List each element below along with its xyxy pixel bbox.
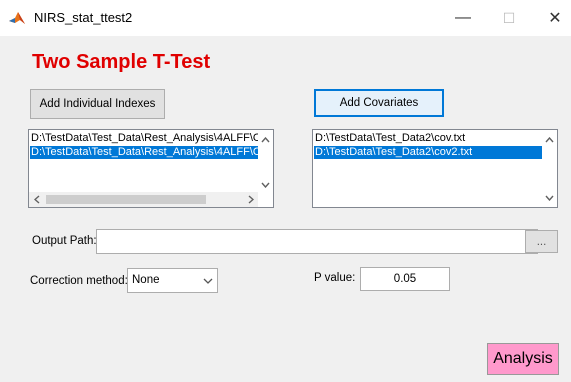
correction-method-label: Correction method: xyxy=(30,275,128,287)
p-value-label: P value: xyxy=(314,272,356,284)
app-window: NIRS_stat_ttest2 — ☐ ✕ Two Sample T-Test… xyxy=(0,0,571,382)
close-button[interactable]: ✕ xyxy=(532,0,571,36)
close-icon: ✕ xyxy=(548,10,562,27)
p-value-input[interactable]: 0.05 xyxy=(360,267,450,291)
scroll-down-icon[interactable] xyxy=(542,190,557,205)
scroll-up-icon[interactable] xyxy=(542,132,557,147)
scroll-right-icon[interactable] xyxy=(243,192,258,207)
title-bar: NIRS_stat_ttest2 — ☐ ✕ xyxy=(0,0,571,36)
minimize-icon: — xyxy=(455,9,471,26)
output-path-input[interactable] xyxy=(96,229,538,254)
list-item[interactable]: D:\TestData\Test_Data2\cov.txt xyxy=(314,132,543,145)
output-path-label: Output Path: xyxy=(32,235,97,247)
browse-button[interactable]: ... xyxy=(525,230,558,253)
maximize-icon: ☐ xyxy=(502,9,516,26)
chevron-down-icon xyxy=(199,269,217,292)
add-individual-indexes-button[interactable]: Add Individual Indexes xyxy=(30,89,165,119)
correction-method-value: None xyxy=(132,274,160,286)
scroll-thumb[interactable] xyxy=(46,195,206,204)
vertical-scrollbar[interactable] xyxy=(542,130,557,207)
window-title: NIRS_stat_ttest2 xyxy=(34,10,133,25)
list-item-selected[interactable]: D:\TestData\Test_Data\Rest_Analysis\4ALF… xyxy=(30,146,259,159)
correction-method-select[interactable]: None xyxy=(127,268,218,293)
maximize-button[interactable]: ☐ xyxy=(486,0,532,36)
matlab-icon xyxy=(9,12,25,24)
horizontal-scrollbar[interactable] xyxy=(29,192,258,207)
page-title: Two Sample T-Test xyxy=(32,51,211,73)
scroll-left-icon[interactable] xyxy=(29,192,44,207)
indexes-listbox[interactable]: D:\TestData\Test_Data\Rest_Analysis\4ALF… xyxy=(28,129,274,208)
covariates-listbox[interactable]: D:\TestData\Test_Data2\cov.txt D:\TestDa… xyxy=(312,129,558,208)
scroll-down-icon[interactable] xyxy=(258,177,273,192)
scroll-up-icon[interactable] xyxy=(258,132,273,147)
minimize-button[interactable]: — xyxy=(440,0,486,36)
analysis-button[interactable]: Analysis xyxy=(487,343,559,375)
vertical-scrollbar[interactable] xyxy=(258,130,273,192)
list-item-selected[interactable]: D:\TestData\Test_Data2\cov2.txt xyxy=(314,146,543,159)
add-covariates-button[interactable]: Add Covariates xyxy=(314,89,444,117)
list-item[interactable]: D:\TestData\Test_Data\Rest_Analysis\4ALF… xyxy=(30,132,259,145)
